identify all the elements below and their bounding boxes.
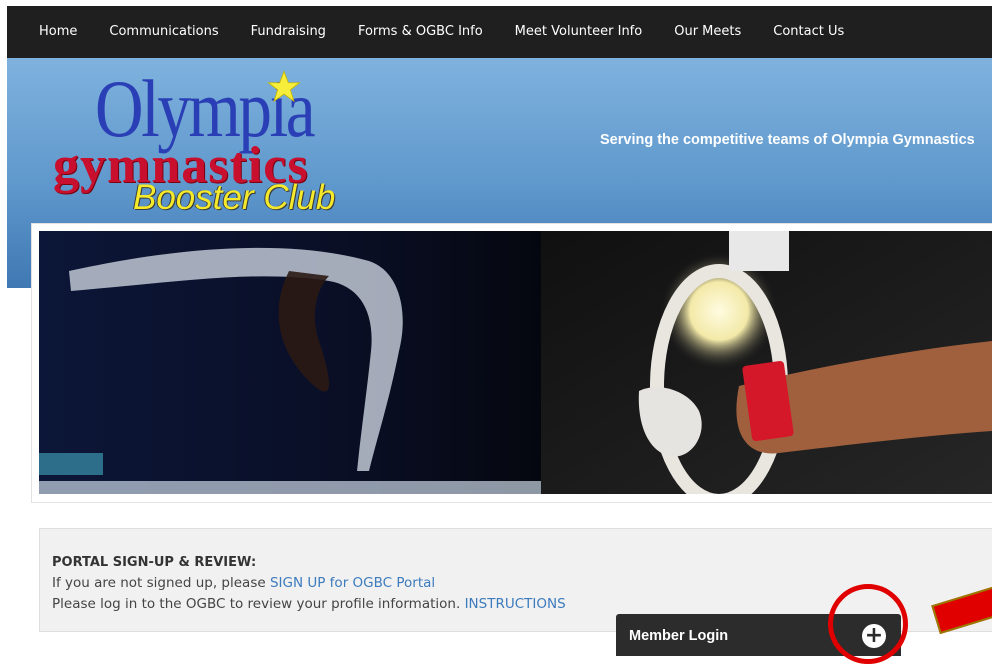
portal-text: PORTAL SIGN-UP & REVIEW: If you are not … <box>52 552 566 615</box>
portal-line-2: Please log in to the OGBC to review your… <box>52 594 566 615</box>
hero-gymnastics-photo <box>39 231 992 494</box>
portal-line-1: If you are not signed up, please SIGN UP… <box>52 573 566 594</box>
member-login-title: Member Login <box>629 628 729 644</box>
nav-contact-us[interactable]: Contact Us <box>757 6 860 58</box>
portal-line-2-text: Please log in to the OGBC to review your… <box>52 596 465 612</box>
nav-meet-volunteer-info[interactable]: Meet Volunteer Info <box>499 6 659 58</box>
star-icon <box>267 70 301 103</box>
hero-image <box>39 231 992 494</box>
nav-our-meets[interactable]: Our Meets <box>658 6 757 58</box>
header-tagline: Serving the competitive teams of Olympia… <box>600 132 975 148</box>
logo-booster-club-text: Booster Club <box>133 178 336 217</box>
site-logo[interactable]: Olympia gymnastics Booster Club <box>47 63 377 224</box>
nav-communications[interactable]: Communications <box>93 6 234 58</box>
nav-fundraising[interactable]: Fundraising <box>235 6 342 58</box>
signup-portal-link[interactable]: SIGN UP for OGBC Portal <box>270 575 435 591</box>
nav-forms-info[interactable]: Forms & OGBC Info <box>342 6 499 58</box>
top-navigation: Home Communications Fundraising Forms & … <box>7 6 992 58</box>
instructions-link[interactable]: INSTRUCTIONS <box>465 596 566 612</box>
nav-home[interactable]: Home <box>7 6 93 58</box>
portal-title: PORTAL SIGN-UP & REVIEW: <box>52 555 257 570</box>
annotation-circle <box>828 584 908 664</box>
page: Home Communications Fundraising Forms & … <box>7 6 992 656</box>
portal-line-1-text: If you are not signed up, please <box>52 575 270 591</box>
